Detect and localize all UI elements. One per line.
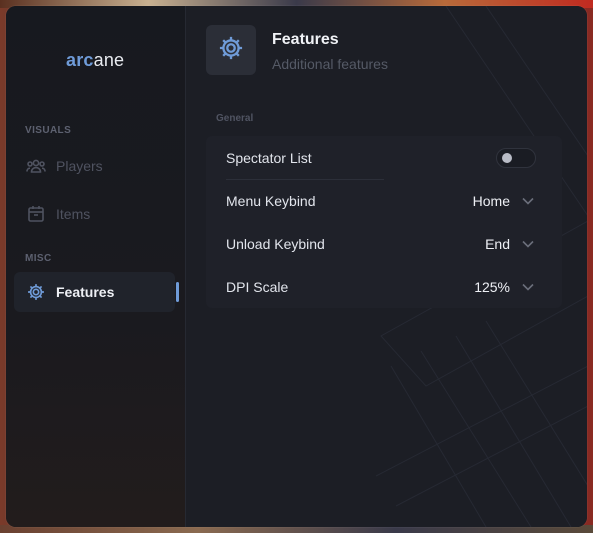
sidebar-item-players[interactable]: Players	[14, 146, 175, 186]
main-panel: Features Additional features General Spe…	[185, 6, 587, 527]
logo-part-accent: arc	[66, 50, 94, 70]
section-label-visuals: VISUALS	[25, 125, 72, 136]
app-window: arcane VISUALS Players Items MISC Featur…	[6, 6, 587, 527]
page-title: Features	[272, 31, 339, 48]
logo-part-main: ane	[93, 50, 125, 70]
chevron-down-icon[interactable]	[522, 281, 534, 293]
sidebar-item-features[interactable]: Features	[14, 272, 179, 312]
spectator-list-toggle[interactable]	[496, 147, 536, 168]
box-icon	[25, 203, 47, 225]
setting-row-menu-keybind[interactable]: Menu Keybind Home	[206, 179, 562, 222]
active-indicator	[176, 282, 179, 302]
setting-label: Spectator List	[226, 149, 312, 166]
sidebar-item-label: Players	[56, 158, 103, 174]
chevron-down-icon[interactable]	[522, 195, 534, 207]
users-icon	[25, 155, 47, 177]
sidebar-item-items[interactable]: Items	[14, 194, 175, 234]
toggle-knob	[502, 152, 512, 163]
setting-row-dpi-scale[interactable]: DPI Scale 125%	[206, 265, 562, 308]
gear-icon	[25, 281, 47, 303]
setting-label: DPI Scale	[226, 278, 289, 295]
header-gear-icon-box	[206, 25, 256, 75]
unload-keybind-value: End	[485, 235, 510, 252]
menu-keybind-value: Home	[472, 192, 510, 209]
setting-row-unload-keybind[interactable]: Unload Keybind End	[206, 222, 562, 265]
settings-card: Spectator List Menu Keybind Home Unload …	[206, 136, 562, 308]
sidebar-item-label: Items	[56, 206, 91, 222]
gear-icon	[217, 34, 245, 67]
dpi-scale-value: 125%	[474, 278, 510, 295]
chevron-down-icon[interactable]	[522, 238, 534, 250]
app-logo: arcane	[66, 50, 124, 71]
sidebar: arcane VISUALS Players Items MISC Featur…	[6, 6, 185, 527]
setting-label: Unload Keybind	[226, 235, 325, 252]
section-label-misc: MISC	[25, 253, 52, 264]
setting-row-spectator-list: Spectator List	[206, 136, 562, 179]
sidebar-item-label: Features	[56, 284, 115, 300]
page-subtitle: Additional features	[272, 56, 388, 72]
setting-label: Menu Keybind	[226, 192, 316, 209]
group-label-general: General	[216, 113, 254, 124]
